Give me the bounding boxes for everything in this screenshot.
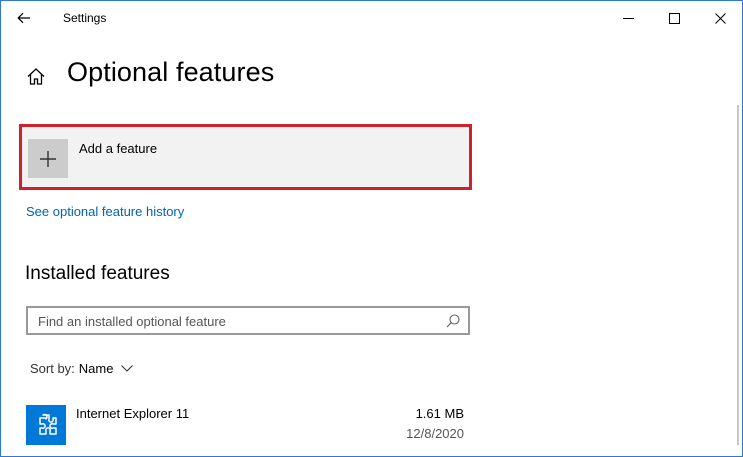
close-icon [714, 12, 726, 24]
maximize-button[interactable] [651, 1, 697, 35]
feature-size: 1.61 MB [415, 406, 464, 421]
sort-label: Sort by: [30, 361, 75, 376]
back-button[interactable] [1, 1, 47, 35]
feature-date: 12/8/2020 [406, 426, 464, 441]
window-title: Settings [63, 11, 107, 25]
feature-name: Internet Explorer 11 [76, 406, 190, 421]
minimize-icon [622, 17, 634, 19]
sort-dropdown[interactable]: Sort by: Name [30, 361, 134, 376]
page-title: Optional features [67, 57, 275, 87]
search-icon[interactable] [446, 314, 460, 328]
search-input[interactable] [38, 313, 438, 330]
home-icon [27, 67, 45, 85]
settings-window: Settings Optional features Add a feature… [0, 0, 743, 457]
title-bar: Settings [1, 1, 742, 35]
list-item[interactable]: Internet Explorer 11 1.61 MB 12/8/2020 [26, 401, 466, 445]
minimize-button[interactable] [605, 1, 651, 35]
add-plus-tile [28, 139, 68, 178]
home-button[interactable] [23, 63, 49, 89]
add-feature-label: Add a feature [79, 141, 158, 156]
back-arrow-icon [17, 12, 30, 24]
installed-features-heading: Installed features [25, 263, 170, 284]
plus-icon [40, 150, 56, 167]
close-button[interactable] [697, 1, 742, 35]
puzzle-icon [26, 405, 66, 445]
chevron-down-icon [121, 365, 134, 372]
scrollbar[interactable] [737, 105, 739, 445]
maximize-icon [668, 12, 680, 24]
sort-value: Name [78, 361, 114, 376]
add-feature-button[interactable]: Add a feature [19, 124, 472, 190]
feature-history-link[interactable]: See optional feature history [26, 204, 184, 219]
search-box[interactable] [26, 306, 470, 335]
